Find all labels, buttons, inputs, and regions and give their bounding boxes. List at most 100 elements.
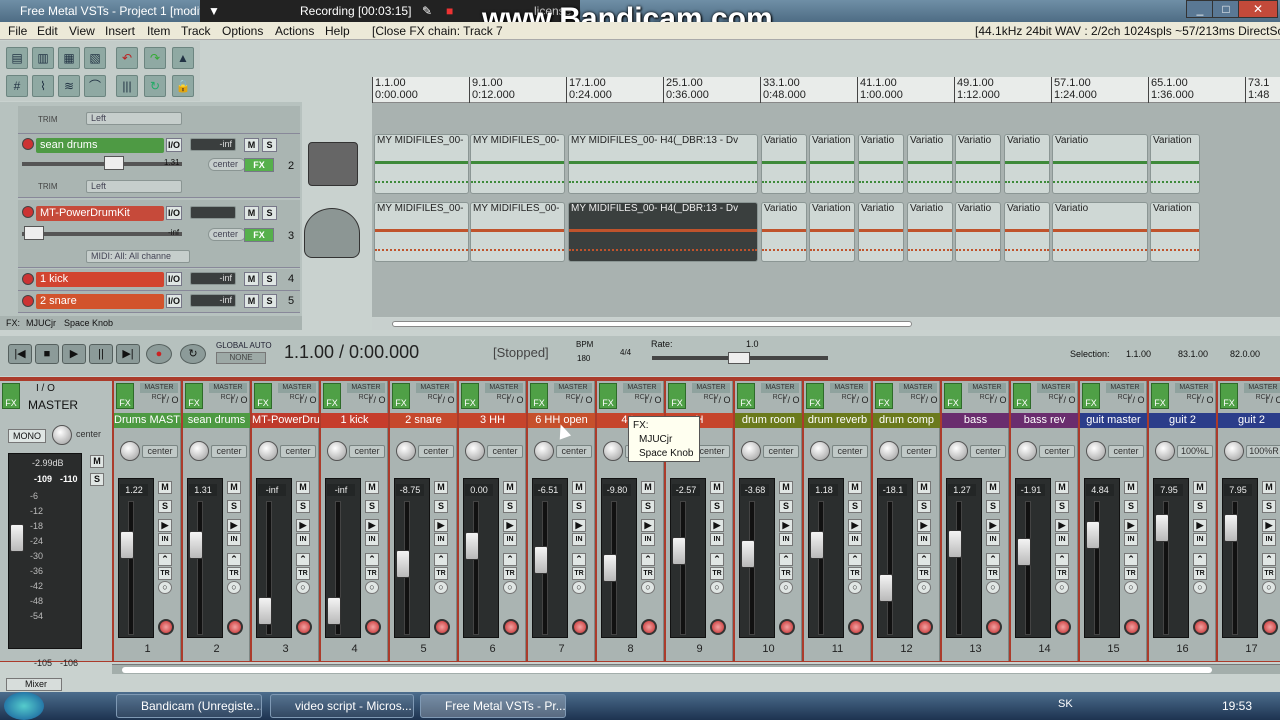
strip-name[interactable]: MT-PowerDru xyxy=(252,413,319,428)
strip-input-button[interactable]: IN xyxy=(1124,533,1138,546)
pause-button[interactable]: || xyxy=(89,344,113,364)
mono-button[interactable]: MONO xyxy=(8,429,46,443)
strip-input-button[interactable]: IN xyxy=(848,533,862,546)
media-item[interactable]: MY MIDIFILES_00- H4(_DBR:13 - Dv xyxy=(568,202,758,262)
strip-record-arm-button[interactable] xyxy=(779,619,795,635)
strip-name[interactable]: guit master xyxy=(1080,413,1147,428)
strip-route-button[interactable]: ○ xyxy=(1055,581,1069,594)
strip-record-arm-button[interactable] xyxy=(1262,619,1278,635)
strip-mute-button[interactable]: M xyxy=(503,481,517,494)
strip-name[interactable]: Drums MASTE xyxy=(114,413,181,428)
strip-input-button[interactable]: IN xyxy=(572,533,586,546)
master-mute-button[interactable]: M xyxy=(90,455,104,468)
recorder-dropdown-icon[interactable]: ▼ xyxy=(208,4,220,18)
track-2-volume-handle[interactable] xyxy=(104,156,124,170)
strip-fx-button[interactable]: FX xyxy=(944,383,962,409)
stop-button[interactable]: ■ xyxy=(35,344,59,364)
record-button[interactable]: ● xyxy=(146,344,172,364)
strip-solo-button[interactable]: S xyxy=(710,500,724,513)
strip-phase-button[interactable]: ▶ xyxy=(1124,519,1138,532)
strip-trim-button[interactable]: TR xyxy=(641,567,655,580)
strip-fader-handle[interactable] xyxy=(948,530,962,559)
strip-trim-button[interactable]: TR xyxy=(158,567,172,580)
strip-record-arm-button[interactable] xyxy=(641,619,657,635)
strip-name[interactable]: 1 kick xyxy=(321,413,388,428)
strip-name[interactable]: bass xyxy=(942,413,1009,428)
strip-input-button[interactable]: IN xyxy=(1193,533,1207,546)
strip-solo-button[interactable]: S xyxy=(779,500,793,513)
strip-route-button[interactable]: ○ xyxy=(917,581,931,594)
strip-io-button[interactable]: I / O xyxy=(574,395,594,407)
strip-record-arm-button[interactable] xyxy=(572,619,588,635)
strip-record-arm-button[interactable] xyxy=(710,619,726,635)
media-item[interactable]: Variatio xyxy=(858,202,904,262)
strip-solo-button[interactable]: S xyxy=(296,500,310,513)
minimize-button[interactable]: _ xyxy=(1186,0,1214,18)
strip-phase-button[interactable]: ▶ xyxy=(917,519,931,532)
strip-env-button[interactable]: ⌃ xyxy=(296,553,310,566)
strip-route-button[interactable]: ○ xyxy=(503,581,517,594)
media-item[interactable]: Variatio xyxy=(761,202,807,262)
strip-fx-button[interactable]: FX xyxy=(599,383,617,409)
strip-phase-button[interactable]: ▶ xyxy=(710,519,724,532)
strip-mute-button[interactable]: M xyxy=(641,481,655,494)
strip-io-button[interactable]: I / O xyxy=(988,395,1008,407)
strip-env-button[interactable]: ⌃ xyxy=(917,553,931,566)
strip-fx-button[interactable]: FX xyxy=(875,383,893,409)
strip-fader-handle[interactable] xyxy=(327,597,341,626)
media-item[interactable]: Variation xyxy=(809,202,855,262)
scroll-thumb[interactable] xyxy=(392,321,912,327)
strip-io-button[interactable]: I / O xyxy=(505,395,525,407)
strip-io-button[interactable]: I / O xyxy=(712,395,732,407)
strip-env-button[interactable]: ⌃ xyxy=(503,553,517,566)
selection-length[interactable]: 82.0.00 xyxy=(1230,349,1260,359)
strip-trim-button[interactable]: TR xyxy=(434,567,448,580)
strip-io-button[interactable]: I / O xyxy=(1126,395,1146,407)
strip-fx-button[interactable]: FX xyxy=(1151,383,1169,409)
strip-pan-knob[interactable] xyxy=(396,441,416,461)
media-item[interactable]: Variatio xyxy=(955,202,1001,262)
strip-fader-handle[interactable] xyxy=(465,532,479,561)
strip-fader-handle[interactable] xyxy=(258,597,272,626)
strip-phase-button[interactable]: ▶ xyxy=(296,519,310,532)
strip-fader-handle[interactable] xyxy=(120,531,134,560)
strip-pan-knob[interactable] xyxy=(948,441,968,461)
grid-lines-icon[interactable]: ||| xyxy=(116,75,138,97)
strip-solo-button[interactable]: S xyxy=(503,500,517,513)
lock-icon[interactable]: 🔒 xyxy=(172,75,194,97)
language-indicator[interactable]: SK xyxy=(1058,698,1073,710)
media-item[interactable]: MY MIDIFILES_00- H4(_DBR:13 - Dv xyxy=(568,134,758,194)
strip-env-button[interactable]: ⌃ xyxy=(1193,553,1207,566)
strip-env-button[interactable]: ⌃ xyxy=(1262,553,1276,566)
strip-io-button[interactable]: I / O xyxy=(436,395,456,407)
strip-fx-button[interactable]: FX xyxy=(461,383,479,409)
track-5-mute-button[interactable]: M xyxy=(244,294,259,308)
track-4-name[interactable]: 1 kick xyxy=(36,272,164,287)
strip-mute-button[interactable]: M xyxy=(848,481,862,494)
strip-env-button[interactable]: ⌃ xyxy=(1124,553,1138,566)
strip-fx-button[interactable]: FX xyxy=(806,383,824,409)
track-2-io-button[interactable]: I/O xyxy=(166,138,182,152)
strip-phase-button[interactable]: ▶ xyxy=(848,519,862,532)
strip-trim-button[interactable]: TR xyxy=(296,567,310,580)
strip-fader-handle[interactable] xyxy=(1086,521,1100,550)
strip-env-button[interactable]: ⌃ xyxy=(779,553,793,566)
strip-phase-button[interactable]: ▶ xyxy=(227,519,241,532)
strip-trim-button[interactable]: TR xyxy=(1124,567,1138,580)
menu-actions[interactable]: Actions xyxy=(275,24,314,38)
strip-fader-handle[interactable] xyxy=(1017,537,1031,566)
master-fx-button[interactable]: FX xyxy=(2,383,20,409)
strip-phase-button[interactable]: ▶ xyxy=(434,519,448,532)
track-4-io-button[interactable]: I/O xyxy=(166,272,182,286)
master-pan-knob[interactable] xyxy=(52,425,72,445)
strip-trim-button[interactable]: TR xyxy=(779,567,793,580)
strip-fx-button[interactable]: FX xyxy=(1013,383,1031,409)
media-item[interactable]: MY MIDIFILES_00- xyxy=(374,134,469,194)
strip-trim-button[interactable]: TR xyxy=(503,567,517,580)
strip-mute-button[interactable]: M xyxy=(365,481,379,494)
track-2-solo-button[interactable]: S xyxy=(262,138,277,152)
strip-fader-handle[interactable] xyxy=(741,540,755,569)
track-2-mute-button[interactable]: M xyxy=(244,138,259,152)
strip-fader-handle[interactable] xyxy=(672,536,686,565)
strip-io-button[interactable]: I / O xyxy=(367,395,387,407)
